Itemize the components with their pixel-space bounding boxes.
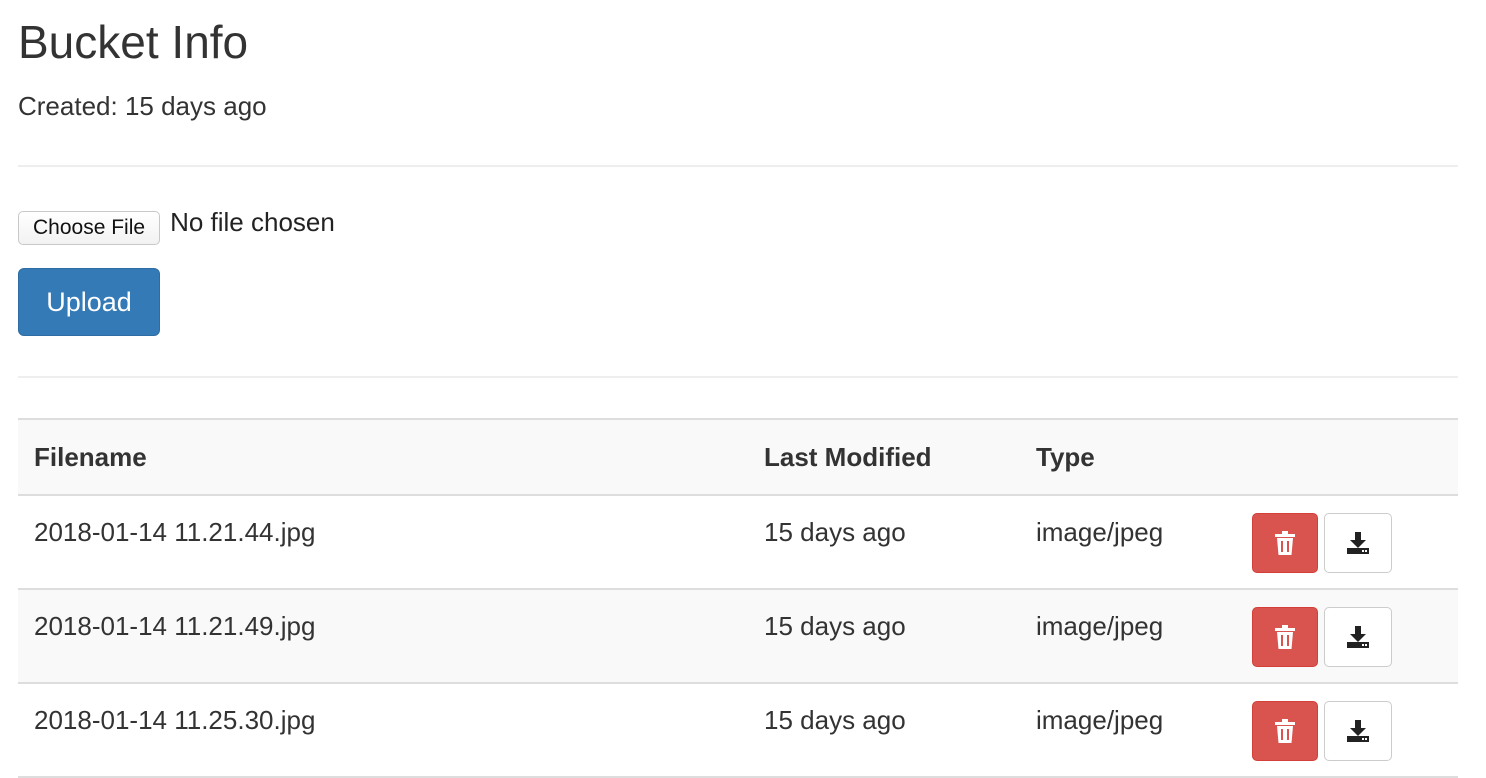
filename-cell: 2018-01-14 11.21.49.jpg [34,611,316,641]
upload-button[interactable]: Upload [18,268,160,336]
download-icon [1346,720,1370,742]
last-modified-cell: 15 days ago [764,611,906,641]
page-title: Bucket Info [18,16,249,68]
delete-button[interactable] [1252,513,1318,573]
type-cell: image/jpeg [1036,517,1164,547]
delete-button[interactable] [1252,607,1318,667]
download-button[interactable] [1324,513,1392,573]
divider [18,165,1458,167]
last-modified-cell: 15 days ago [764,517,906,547]
trash-icon [1274,531,1296,555]
file-status-text: No file chosen [170,206,335,237]
type-cell: image/jpeg [1036,611,1164,641]
delete-button[interactable] [1252,701,1318,761]
filename-cell: 2018-01-14 11.21.44.jpg [34,517,316,547]
choose-file-button[interactable]: Choose File [18,211,161,245]
download-button[interactable] [1324,701,1392,761]
divider [18,376,1458,378]
download-icon [1346,532,1370,554]
trash-icon [1274,625,1296,649]
last-modified-cell: 15 days ago [764,705,906,735]
download-icon [1346,626,1370,648]
created-text: Created: 15 days ago [18,91,267,121]
header-last-modified: Last Modified [764,442,932,472]
files-table: Filename Last Modified Type 2018-01-14 1… [18,418,1458,778]
table-row: 2018-01-14 11.25.30.jpg 15 days ago imag… [18,684,1458,778]
row-actions [1252,607,1392,667]
file-input[interactable]: Choose File No file chosen [18,206,335,248]
trash-icon [1274,719,1296,743]
row-actions [1252,701,1392,761]
filename-cell: 2018-01-14 11.25.30.jpg [34,705,316,735]
table-row: 2018-01-14 11.21.49.jpg 15 days ago imag… [18,590,1458,684]
header-type: Type [1036,442,1095,472]
row-actions [1252,513,1392,573]
type-cell: image/jpeg [1036,705,1164,735]
table-row: 2018-01-14 11.21.44.jpg 15 days ago imag… [18,496,1458,590]
table-header: Filename Last Modified Type [18,418,1458,496]
download-button[interactable] [1324,607,1392,667]
bucket-info-page: Bucket Info Created: 15 days ago Choose … [0,0,1486,778]
header-filename: Filename [34,442,147,472]
